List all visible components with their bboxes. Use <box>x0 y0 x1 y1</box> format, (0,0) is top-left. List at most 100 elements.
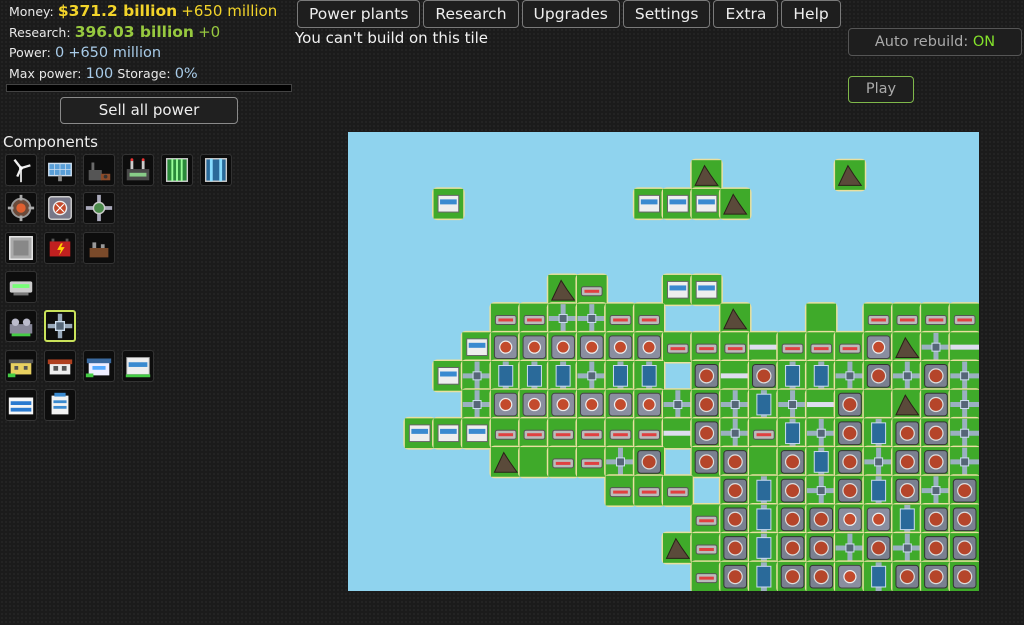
bank-component-button[interactable] <box>5 389 37 421</box>
tile-pipe-junction[interactable] <box>890 531 924 565</box>
tile-heat-exchanger[interactable] <box>833 445 867 479</box>
tile-heat-exchanger[interactable] <box>747 359 781 393</box>
tile-pipe-junction[interactable] <box>804 474 838 507</box>
tile-pipe-vertical[interactable] <box>747 560 781 591</box>
tile-pump[interactable] <box>948 302 979 335</box>
tile-mountain[interactable] <box>489 445 523 479</box>
tile-pump[interactable] <box>604 416 637 450</box>
tile-pipe-junction[interactable] <box>948 388 979 421</box>
tile-pipe-horizontal[interactable] <box>661 416 695 450</box>
tile-pump[interactable] <box>546 416 580 450</box>
tile-grass[interactable] <box>804 302 838 335</box>
tile-heat-exchanger[interactable] <box>776 502 809 536</box>
tile-generator[interactable] <box>604 388 637 421</box>
solar-panel-component-button[interactable] <box>44 154 76 186</box>
house-component-button[interactable] <box>83 350 115 382</box>
tile-pump[interactable] <box>690 330 723 364</box>
tile-heat-exchanger[interactable] <box>690 359 723 393</box>
tile-heat-exchanger[interactable] <box>890 416 924 450</box>
tile-office[interactable] <box>690 187 723 221</box>
tile-pipe-vertical[interactable] <box>747 531 781 565</box>
tile-heat-exchanger[interactable] <box>776 560 809 591</box>
tile-pipe-junction[interactable] <box>718 388 752 421</box>
tile-pipe-vertical[interactable] <box>518 359 551 393</box>
tile-pipe-junction[interactable] <box>890 359 924 393</box>
tile-heat-exchanger[interactable] <box>632 445 666 479</box>
heat-inlet-component-button[interactable] <box>44 192 76 224</box>
tile-heat-exchanger[interactable] <box>919 531 953 565</box>
menu-settings-button[interactable]: Settings <box>622 0 711 28</box>
tile-grass[interactable] <box>862 388 895 421</box>
fuel-cell-blue-component-button[interactable] <box>200 154 232 186</box>
tile-pipe-junction[interactable] <box>833 531 867 565</box>
tile-pipe-junction[interactable] <box>776 388 809 421</box>
tile-pump[interactable] <box>890 302 924 335</box>
tile-pump[interactable] <box>518 302 551 335</box>
tile-office[interactable] <box>403 416 437 450</box>
tile-mountain[interactable] <box>833 158 867 192</box>
tile-heat-exchanger[interactable] <box>718 560 752 591</box>
tile-heat-exchanger[interactable] <box>862 359 895 393</box>
tile-pipe-vertical[interactable] <box>776 359 809 393</box>
tile-heat-exchanger[interactable] <box>948 531 979 565</box>
tile-generator[interactable] <box>546 388 580 421</box>
tile-office[interactable] <box>632 187 666 221</box>
tile-pump[interactable] <box>632 302 666 335</box>
small-office-component-button[interactable] <box>5 350 37 382</box>
tile-heat-exchanger[interactable] <box>919 416 953 450</box>
tile-generator[interactable] <box>632 388 666 421</box>
tile-generator[interactable] <box>862 330 895 364</box>
tile-mountain[interactable] <box>546 273 580 307</box>
tile-heat-exchanger[interactable] <box>833 474 867 507</box>
auto-rebuild-toggle[interactable]: Auto rebuild: ON <box>848 28 1022 56</box>
tile-heat-exchanger[interactable] <box>718 531 752 565</box>
tile-pipe-vertical[interactable] <box>862 560 895 591</box>
tile-pump[interactable] <box>661 330 695 364</box>
tile-heat-exchanger[interactable] <box>919 560 953 591</box>
tile-heat-exchanger[interactable] <box>890 474 924 507</box>
tile-heat-exchanger[interactable] <box>776 531 809 565</box>
tile-pipe-junction[interactable] <box>604 445 637 479</box>
menu-upgrades-button[interactable]: Upgrades <box>521 0 620 28</box>
tile-pump[interactable] <box>690 531 723 565</box>
tile-heat-exchanger[interactable] <box>718 445 752 479</box>
tile-mountain[interactable] <box>718 302 752 335</box>
tile-pipe-vertical[interactable] <box>604 359 637 393</box>
tile-pipe-vertical[interactable] <box>632 359 666 393</box>
tile-office[interactable] <box>661 273 695 307</box>
tile-heat-exchanger[interactable] <box>919 502 953 536</box>
water-pump-component-button[interactable] <box>5 271 37 303</box>
ground-pump-component-button[interactable] <box>5 310 37 342</box>
tile-pipe-vertical[interactable] <box>747 474 781 507</box>
tile-pipe-junction[interactable] <box>460 359 494 393</box>
menu-help-button[interactable]: Help <box>781 0 841 28</box>
tile-heat-exchanger[interactable] <box>804 531 838 565</box>
tile-pump[interactable] <box>575 445 609 479</box>
tile-heat-exchanger[interactable] <box>690 416 723 450</box>
large-office-component-button[interactable] <box>122 350 154 382</box>
tile-pipe-junction[interactable] <box>948 359 979 393</box>
tile-heat-exchanger[interactable] <box>776 474 809 507</box>
tile-generator[interactable] <box>862 502 895 536</box>
tile-pipe-vertical[interactable] <box>862 416 895 450</box>
tile-generator[interactable] <box>489 330 523 364</box>
tile-pump[interactable] <box>604 474 637 507</box>
tile-pipe-junction[interactable] <box>460 388 494 421</box>
tile-pipe-junction[interactable] <box>919 330 953 364</box>
play-button[interactable]: Play <box>848 76 914 103</box>
tile-heat-exchanger[interactable] <box>718 502 752 536</box>
tile-office[interactable] <box>460 416 494 450</box>
tile-pump[interactable] <box>632 416 666 450</box>
tile-pump[interactable] <box>489 416 523 450</box>
menu-power-plants-button[interactable]: Power plants <box>297 0 421 28</box>
tile-pipe-vertical[interactable] <box>546 359 580 393</box>
tile-mountain[interactable] <box>890 330 924 364</box>
tile-heat-exchanger[interactable] <box>948 502 979 536</box>
pipe-junction-component-button[interactable] <box>44 310 76 342</box>
tile-generator[interactable] <box>489 388 523 421</box>
tile-pipe-vertical[interactable] <box>776 416 809 450</box>
battery-component-button[interactable] <box>5 232 37 264</box>
tile-pipe-vertical[interactable] <box>804 359 838 393</box>
tile-generator[interactable] <box>833 560 867 591</box>
tile-heat-exchanger[interactable] <box>919 388 953 421</box>
